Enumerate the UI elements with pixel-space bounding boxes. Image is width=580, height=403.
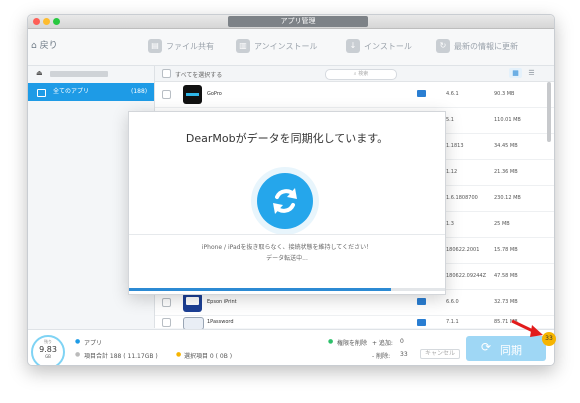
- table-row[interactable]: GoPro 4.6.1 90.3 MB: [155, 82, 554, 108]
- trash-icon: ▥: [236, 39, 250, 53]
- app-size: 110.01 MB: [494, 117, 521, 123]
- app-window: アプリ管理 ⌂ 戻り ▤ ファイル共有 ▥ アンインストール ↓ インストール …: [27, 14, 555, 366]
- back-label: 戻り: [39, 41, 58, 51]
- app-size: 230.12 MB: [494, 195, 521, 201]
- grid-view-button[interactable]: ▦: [509, 68, 522, 78]
- sync-dialog-message: iPhone / iPadを抜き取らなく、接続状態を維持してください！: [201, 244, 373, 251]
- file-share-icon: ▤: [148, 39, 162, 53]
- app-size: 25 MB: [494, 221, 510, 227]
- folder-icon[interactable]: [417, 298, 426, 305]
- total-label: 項目合計 188 ( 11.17GB ): [84, 353, 158, 360]
- close-window-button[interactable]: [33, 18, 40, 25]
- uninstall-button[interactable]: ▥ アンインストール: [236, 39, 318, 53]
- pending-count-badge: 33: [542, 332, 556, 346]
- row-checkbox[interactable]: [162, 318, 171, 327]
- removed-value: 33: [400, 351, 408, 358]
- eject-icon: ⏏: [36, 69, 43, 77]
- app-size: 15.78 MB: [494, 247, 518, 253]
- row-checkbox[interactable]: [162, 90, 171, 99]
- app-version: 1.12: [446, 169, 458, 175]
- file-share-label: ファイル共有: [166, 41, 214, 51]
- app-version: 1.1813: [446, 143, 464, 149]
- install-label: インストール: [364, 41, 412, 51]
- select-all-label: すべてを選択する: [175, 72, 223, 79]
- sync-button-icon: ⟳: [481, 340, 492, 354]
- added-value: 0: [400, 338, 404, 345]
- home-icon: ⌂: [31, 41, 37, 51]
- app-version: 6.6.0: [446, 299, 459, 305]
- list-view-button[interactable]: ☰: [525, 68, 538, 78]
- sync-dialog: DearMobがデータを同期化しています。 iPhone / iPadを抜き取ら…: [128, 111, 446, 295]
- app-size: 32.73 MB: [494, 299, 518, 305]
- title-bar: アプリ管理: [28, 15, 554, 29]
- app-version: 1.3: [446, 221, 454, 227]
- list-header: すべてを選択する ⌕ 検索 ▦ ☰: [155, 66, 554, 82]
- app-size: 47.58 MB: [494, 273, 518, 279]
- device-name-redacted: [50, 71, 108, 77]
- app-version: 5.1: [446, 117, 454, 123]
- permission-dot: ●: [328, 338, 334, 345]
- app-size: 21.36 MB: [494, 169, 518, 175]
- table-row[interactable]: 1Password 7.1.1 85.71 MB: [155, 316, 554, 330]
- select-all-checkbox[interactable]: [162, 69, 171, 78]
- device-row[interactable]: ⏏: [28, 66, 154, 82]
- search-icon: ⌕: [353, 71, 357, 77]
- sync-dialog-status: データ転送中...: [266, 255, 308, 262]
- zoom-window-button[interactable]: [53, 18, 60, 25]
- refresh-label: 最新の情報に更新: [454, 41, 518, 51]
- footer: 残り 9.83 GB ● アプリ ● 項目合計 188 ( 11.17GB ) …: [28, 329, 554, 365]
- sync-progress-bar: [129, 288, 445, 291]
- download-icon: ↓: [346, 39, 360, 53]
- sync-button-label: 同期: [500, 344, 522, 357]
- app-name: 1Password: [207, 319, 234, 325]
- sync-icon: [257, 173, 313, 229]
- window-title: アプリ管理: [228, 16, 368, 27]
- epson-app-icon: [183, 293, 202, 312]
- sync-progress-fill: [129, 288, 392, 291]
- back-button[interactable]: ⌂ 戻り: [31, 38, 58, 51]
- app-version: 1.6.1808700: [446, 195, 478, 201]
- file-share-button[interactable]: ▤ ファイル共有: [148, 39, 214, 53]
- apps-dot: ●: [75, 338, 81, 345]
- gauge-value: 9.83: [39, 345, 57, 354]
- app-version: 7.1.1: [446, 319, 459, 325]
- app-version: 180622.2001: [446, 247, 480, 253]
- list-scrollbar[interactable]: [547, 82, 551, 142]
- permission-label: 権限を削除: [337, 340, 368, 347]
- apps-icon: [37, 89, 46, 97]
- search-input[interactable]: ⌕ 検索: [325, 69, 397, 80]
- app-size: 90.3 MB: [494, 91, 515, 97]
- selected-dot: ●: [176, 351, 182, 358]
- apps-label: アプリ: [84, 340, 103, 347]
- app-version: 4.6.1: [446, 91, 459, 97]
- sidebar-item-all-apps[interactable]: 全てのアプリ (188): [28, 83, 154, 101]
- app-size: 34.45 MB: [494, 143, 518, 149]
- folder-icon[interactable]: [417, 319, 426, 326]
- added-label: + 追加:: [372, 340, 393, 347]
- selected-label: 選択項目 0 ( 0B ): [184, 353, 233, 360]
- sync-dialog-title: DearMobがデータを同期化しています。: [185, 132, 389, 145]
- minimize-window-button[interactable]: [43, 18, 50, 25]
- app-version: 180622.09244Z: [446, 273, 487, 279]
- sidebar-item-label: 全てのアプリ: [53, 88, 90, 95]
- gauge-unit: GB: [45, 354, 51, 359]
- app-name: Epson iPrint: [207, 299, 237, 305]
- search-placeholder: 検索: [358, 71, 369, 77]
- total-dot: ●: [75, 351, 81, 358]
- app-name: GoPro: [207, 91, 222, 97]
- refresh-icon: ↻: [436, 39, 450, 53]
- red-arrow-annotation: [511, 319, 543, 337]
- cancel-button[interactable]: キャンセル: [420, 349, 461, 359]
- dialog-divider: [129, 234, 445, 235]
- refresh-button[interactable]: ↻ 最新の情報に更新: [436, 39, 518, 53]
- install-button[interactable]: ↓ インストール: [346, 39, 412, 53]
- storage-gauge: 残り 9.83 GB: [31, 335, 65, 365]
- removed-label: - 削除:: [372, 353, 391, 360]
- uninstall-label: アンインストール: [254, 41, 318, 51]
- sidebar-item-count: (188): [131, 88, 148, 95]
- folder-icon[interactable]: [417, 90, 426, 97]
- row-checkbox[interactable]: [162, 298, 171, 307]
- gopro-app-icon: [183, 85, 202, 104]
